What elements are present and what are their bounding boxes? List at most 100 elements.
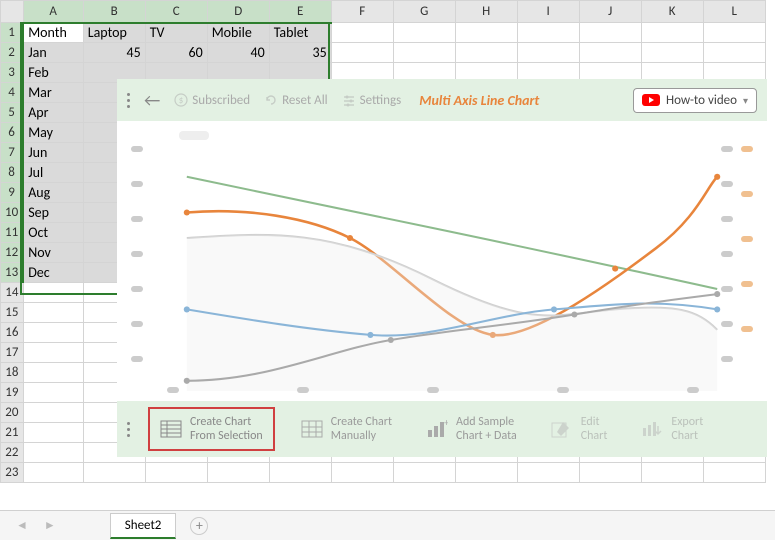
row-3-header[interactable]: 3 bbox=[1, 63, 24, 83]
svg-text:$: $ bbox=[179, 95, 184, 106]
cell-E2[interactable]: 35 bbox=[269, 43, 331, 63]
row-13-header[interactable]: 13 bbox=[1, 263, 24, 283]
row-10-header[interactable]: 10 bbox=[1, 203, 24, 223]
export-icon bbox=[641, 419, 663, 439]
edit-icon bbox=[551, 419, 573, 439]
svg-text:+: + bbox=[444, 420, 448, 429]
cell-A7[interactable]: Jun bbox=[23, 143, 83, 163]
subscribed-label: Subscribed bbox=[192, 93, 250, 108]
row-4-header[interactable]: 4 bbox=[1, 83, 24, 103]
edit-chart-button[interactable]: Edit Chart bbox=[543, 409, 616, 450]
cell-B2[interactable]: 45 bbox=[83, 43, 145, 63]
col-L-header[interactable]: L bbox=[703, 1, 765, 23]
reset-label: Reset All bbox=[282, 93, 328, 108]
col-C-header[interactable]: C bbox=[145, 1, 207, 23]
row-21-header[interactable]: 21 bbox=[1, 423, 24, 443]
row-14-header[interactable]: 14 bbox=[1, 283, 24, 303]
col-D-header[interactable]: D bbox=[207, 1, 269, 23]
cell-D1[interactable]: Mobile bbox=[207, 23, 269, 43]
reset-all-button[interactable]: Reset All bbox=[264, 93, 328, 108]
col-G-header[interactable]: G bbox=[393, 1, 455, 23]
cell-E1[interactable]: Tablet bbox=[269, 23, 331, 43]
cell-C2[interactable]: 60 bbox=[145, 43, 207, 63]
cell-A13[interactable]: Dec bbox=[23, 263, 83, 283]
cell-A10[interactable]: Sep bbox=[23, 203, 83, 223]
export-chart-button[interactable]: Export Chart bbox=[633, 409, 711, 450]
cell-D2[interactable]: 40 bbox=[207, 43, 269, 63]
row-16-header[interactable]: 16 bbox=[1, 323, 24, 343]
edit-label: Edit Chart bbox=[581, 415, 608, 444]
cell-B1[interactable]: Laptop bbox=[83, 23, 145, 43]
create-man-label: Create Chart Manually bbox=[331, 415, 392, 444]
row-23-header[interactable]: 23 bbox=[1, 463, 24, 483]
dollar-icon: $ bbox=[174, 93, 188, 107]
row-18-header[interactable]: 18 bbox=[1, 363, 24, 383]
col-F-header[interactable]: F bbox=[331, 1, 393, 23]
menu-dots-icon[interactable] bbox=[127, 93, 130, 108]
row-8-header[interactable]: 8 bbox=[1, 163, 24, 183]
cell-C1[interactable]: TV bbox=[145, 23, 207, 43]
col-J-header[interactable]: J bbox=[579, 1, 641, 23]
bars-icon: + bbox=[426, 419, 448, 439]
settings-button[interactable]: Settings bbox=[342, 93, 402, 108]
sheet-nav-prev-icon[interactable]: ◄ bbox=[10, 518, 34, 533]
row-17-header[interactable]: 17 bbox=[1, 343, 24, 363]
sheet-nav-next-icon[interactable]: ► bbox=[38, 518, 62, 533]
export-label: Export Chart bbox=[671, 415, 703, 444]
undo-icon bbox=[264, 93, 278, 107]
row-1-header[interactable]: 1 bbox=[1, 23, 24, 43]
back-arrow-icon[interactable]: ← bbox=[144, 89, 160, 111]
subscribed-button[interactable]: $ Subscribed bbox=[174, 93, 250, 108]
row-20-header[interactable]: 20 bbox=[1, 403, 24, 423]
row-7-header[interactable]: 7 bbox=[1, 143, 24, 163]
add-sheet-button[interactable]: + bbox=[190, 517, 208, 535]
howto-label: How-to video bbox=[666, 93, 737, 108]
col-E-header[interactable]: E bbox=[269, 1, 331, 23]
row-2-header[interactable]: 2 bbox=[1, 43, 24, 63]
cell-A5[interactable]: Apr bbox=[23, 103, 83, 123]
howto-video-button[interactable]: How-to video ▾ bbox=[633, 88, 757, 113]
row-5-header[interactable]: 5 bbox=[1, 103, 24, 123]
chevron-down-icon: ▾ bbox=[743, 94, 748, 107]
row-12-header[interactable]: 12 bbox=[1, 243, 24, 263]
create-chart-from-selection-button[interactable]: Create Chart From Selection bbox=[148, 407, 275, 452]
col-B-header[interactable]: B bbox=[83, 1, 145, 23]
youtube-icon bbox=[642, 94, 660, 106]
cell-A3[interactable]: Feb bbox=[23, 63, 83, 83]
panel-header: ← $ Subscribed Reset All Settings Multi … bbox=[117, 79, 767, 121]
panel-footer: Create Chart From Selection Create Chart… bbox=[117, 401, 767, 457]
cell-A1[interactable]: Month bbox=[23, 23, 83, 43]
cell-A9[interactable]: Aug bbox=[23, 183, 83, 203]
cell-A2[interactable]: Jan bbox=[23, 43, 83, 63]
cell-A12[interactable]: Nov bbox=[23, 243, 83, 263]
chart-panel: ← $ Subscribed Reset All Settings Multi … bbox=[117, 79, 767, 457]
col-I-header[interactable]: I bbox=[517, 1, 579, 23]
row-15-header[interactable]: 15 bbox=[1, 303, 24, 323]
row-19-header[interactable]: 19 bbox=[1, 383, 24, 403]
col-K-header[interactable]: K bbox=[641, 1, 703, 23]
cell-A6[interactable]: May bbox=[23, 123, 83, 143]
col-A-header[interactable]: A bbox=[23, 1, 83, 23]
row-22-header[interactable]: 22 bbox=[1, 443, 24, 463]
row-6-header[interactable]: 6 bbox=[1, 123, 24, 143]
cell[interactable] bbox=[331, 23, 393, 43]
sample-label: Add Sample Chart + Data bbox=[456, 415, 517, 444]
create-chart-manually-button[interactable]: Create Chart Manually bbox=[293, 409, 400, 450]
grid-icon bbox=[301, 419, 323, 439]
sliders-icon bbox=[342, 93, 356, 107]
create-sel-label: Create Chart From Selection bbox=[190, 415, 263, 444]
row-11-header[interactable]: 11 bbox=[1, 223, 24, 243]
footer-menu-dots-icon[interactable] bbox=[127, 422, 130, 437]
legend-placeholder bbox=[179, 131, 209, 140]
cell-A4[interactable]: Mar bbox=[23, 83, 83, 103]
chart-title: Multi Axis Line Chart bbox=[419, 92, 539, 109]
sheet-tabs: ◄ ► Sheet2 + bbox=[0, 510, 775, 540]
sheet-tab[interactable]: Sheet2 bbox=[110, 513, 177, 539]
cell-A8[interactable]: Jul bbox=[23, 163, 83, 183]
add-sample-button[interactable]: + Add Sample Chart + Data bbox=[418, 409, 525, 450]
row-9-header[interactable]: 9 bbox=[1, 183, 24, 203]
chart-preview bbox=[117, 121, 767, 401]
cell-A11[interactable]: Oct bbox=[23, 223, 83, 243]
settings-label: Settings bbox=[360, 93, 402, 108]
col-H-header[interactable]: H bbox=[455, 1, 517, 23]
